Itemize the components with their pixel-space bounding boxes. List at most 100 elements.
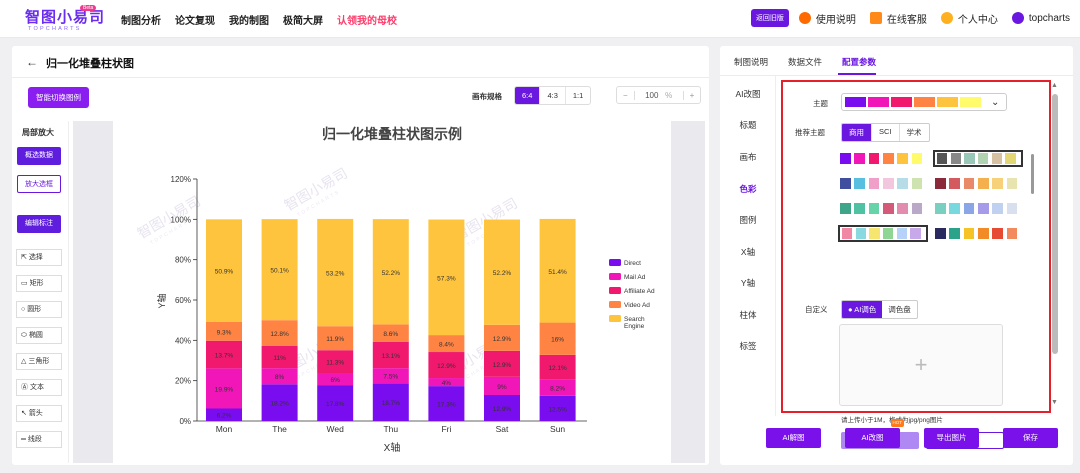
ai-explain-button[interactable]: AI解图 [766, 428, 821, 448]
edit-label-button[interactable]: 编辑标注 [17, 215, 61, 233]
theme-swatch [868, 97, 889, 107]
tool-line[interactable]: ═ 线段 [16, 431, 62, 448]
zoom-in-button[interactable]: + [684, 91, 701, 100]
bar-data-label: 12.5% [548, 406, 567, 413]
bar-data-label: 17.8% [326, 401, 345, 408]
user-center-link[interactable]: 个人中心 [940, 11, 998, 26]
side-legend[interactable]: 图例 [720, 214, 776, 226]
side-ai-edit[interactable]: AI改图 [720, 88, 776, 100]
tool-arrow[interactable]: ↖ 箭头 [16, 405, 62, 422]
chevron-down-icon: ⌄ [991, 96, 1000, 108]
tab-config-params[interactable]: 配置参数 [842, 56, 876, 68]
rec-tab-business[interactable]: 商用 [842, 124, 872, 141]
overview-data-button[interactable]: 概选数据 [17, 147, 61, 165]
service-label: 在线客服 [886, 14, 927, 26]
side-color[interactable]: 色彩 [720, 183, 776, 195]
tool-ellipse[interactable]: ⬭ 椭圆 [16, 327, 62, 344]
side-canvas[interactable]: 画布 [720, 151, 776, 163]
legend-label: Affiliate Ad [624, 288, 655, 295]
chart-card[interactable]: 智图小易司 TOPCHARTS 智图小易司 TOPCHARTS 智图小易司 TOPCHAR… [113, 121, 671, 463]
palette-swatch [869, 228, 880, 239]
service-link[interactable]: 在线客服 [869, 11, 927, 26]
tool-select[interactable]: ⇱ 选择 [16, 249, 62, 266]
old-version-button[interactable]: 返回旧版 [750, 9, 789, 27]
help-icon [798, 12, 811, 24]
bar-data-label: 18.7% [382, 400, 401, 407]
palette-option[interactable] [933, 175, 1023, 192]
image-upload-area[interactable]: + [839, 324, 1003, 406]
recommend-label: 推荐主题 [795, 128, 825, 137]
rec-tab-sci[interactable]: SCI [872, 124, 900, 141]
palette-swatch [840, 203, 851, 214]
tool-rectangle[interactable]: ▭ 矩形 [16, 275, 62, 292]
palette-option[interactable] [933, 225, 1023, 242]
bar-data-label: 11% [273, 355, 286, 362]
palette-option[interactable] [838, 225, 928, 242]
palette-option[interactable] [838, 150, 928, 167]
tool-triangle[interactable]: △ 三角形 [16, 353, 62, 370]
bar-data-label: 8.6% [383, 331, 398, 338]
legend-label: Engine [624, 323, 645, 330]
back-arrow-icon[interactable]: ← [26, 55, 38, 69]
nav-my-charts[interactable]: 我的制图 [229, 12, 269, 27]
palette-scrollbar[interactable] [1031, 154, 1034, 194]
ratio-6-4[interactable]: 6:4 [515, 87, 541, 104]
scroll-down-icon[interactable]: ▼ [1051, 399, 1058, 406]
palette-tab[interactable]: 调色盘 [882, 301, 917, 318]
tab-data-file[interactable]: 数据文件 [788, 56, 822, 68]
tool-circle[interactable]: ○ 圆形 [16, 301, 62, 318]
palette-swatch [963, 228, 975, 239]
palette-swatch [896, 228, 907, 239]
help-link[interactable]: 使用说明 [798, 11, 856, 26]
side-x-axis[interactable]: X轴 [720, 246, 776, 258]
zoom-box-button[interactable]: 放大选框 [17, 175, 61, 193]
bar-data-label: 57.3% [437, 275, 456, 282]
theme-select[interactable]: ⌄ [841, 93, 1007, 111]
tab-chart-guide[interactable]: 制图说明 [734, 56, 768, 68]
logo-subtext: TOPCHARTS [28, 26, 82, 32]
palette-option[interactable] [933, 200, 1023, 217]
chart-svg[interactable]: 智图小易司TOPCHARTS智图小易司TOPCHARTS智图小易司TOPCHAR… [113, 121, 671, 463]
scroll-up-icon[interactable]: ▲ [1051, 82, 1058, 89]
save-button[interactable]: 保存 [1003, 428, 1058, 448]
zoom-value[interactable]: 100 % [633, 90, 684, 100]
hot-badge: HOT [890, 419, 904, 427]
palette-option[interactable] [838, 175, 928, 192]
side-y-axis[interactable]: Y轴 [720, 277, 776, 289]
bar-data-label: 51.4% [548, 269, 567, 276]
palette-swatch [935, 203, 946, 214]
nav-dashboard[interactable]: 极简大屏 [283, 12, 323, 27]
palette-option[interactable] [933, 150, 1023, 167]
ai-color-tab[interactable]: ● AI调色 [842, 301, 883, 318]
palette-swatch [977, 228, 989, 239]
ratio-4-3[interactable]: 4:3 [540, 87, 566, 104]
user-account[interactable]: topcharts [1011, 12, 1070, 24]
palette-swatch [882, 153, 894, 164]
beta-badge: Beta [80, 5, 97, 11]
annotation-toolbox: 局部放大 概选数据 放大选框 编辑标注 ⇱ 选择 ▭ 矩形 ○ 圆形 ⬭ 椭圆 … [16, 121, 69, 463]
nav-claim-school[interactable]: 认领我的母校 [337, 12, 397, 27]
panel-scrollbar[interactable] [1052, 94, 1058, 354]
palette-swatch [1006, 178, 1018, 189]
palette-swatch [840, 178, 851, 189]
zoom-out-button[interactable]: − [617, 91, 634, 100]
side-title[interactable]: 标题 [720, 119, 776, 131]
side-label[interactable]: 标签 [720, 340, 776, 352]
custom-tabs: ● AI调色 调色盘 [841, 300, 918, 319]
x-tick-label: Sun [550, 424, 565, 434]
nav-chart-analysis[interactable]: 制图分析 [121, 12, 161, 27]
palette-swatch [949, 228, 961, 239]
side-bar[interactable]: 柱体 [720, 309, 776, 321]
palette-option[interactable] [838, 200, 928, 217]
switch-example-button[interactable]: 智能切换图例 [28, 87, 89, 108]
palette-swatch [911, 203, 923, 214]
ratio-1-1[interactable]: 1:1 [566, 87, 590, 104]
tool-text[interactable]: Ⓐ 文本 [16, 379, 62, 396]
rec-tab-academic[interactable]: 学术 [900, 124, 929, 141]
logo[interactable]: 智图小易司 Beta TOPCHARTS [25, 5, 105, 32]
export-image-button[interactable]: 导出图片 [924, 428, 979, 448]
top-bar: 智图小易司 Beta TOPCHARTS 制图分析 论文复现 我的制图 极简大屏… [0, 0, 1080, 38]
ai-edit-button[interactable]: AI改图 HOT [845, 419, 904, 448]
palette-swatch [963, 203, 975, 214]
nav-paper-reproduce[interactable]: 论文复现 [175, 12, 215, 27]
